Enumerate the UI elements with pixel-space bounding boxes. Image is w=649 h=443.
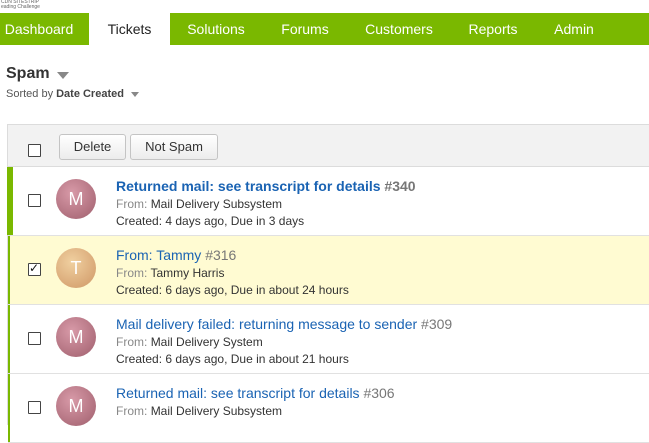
ticket-title-link[interactable]: Returned mail: see transcript for detail… [116, 178, 416, 194]
ticket-number: #309 [421, 316, 453, 332]
from-value: Mail Delivery System [150, 335, 263, 349]
sort-row: Sorted by Date Created [6, 88, 139, 100]
delete-button[interactable]: Delete [59, 134, 126, 160]
view-title-row: Spam [6, 64, 69, 84]
table-row[interactable]: T From: Tammy #316 From: Tammy Harris Cr… [8, 236, 649, 305]
nav-tickets[interactable]: Tickets [89, 13, 170, 45]
logo-text: CDN SITESTRIP eading Challenge [1, 0, 40, 10]
nav-customers[interactable]: Customers [358, 13, 440, 45]
bulk-toolbar: Delete Not Spam [8, 125, 649, 167]
ticket-number: #306 [363, 385, 395, 401]
row-indicator [8, 305, 10, 373]
sort-value[interactable]: Date Created [56, 88, 124, 100]
from-value: Mail Delivery Subsystem [150, 197, 283, 211]
ticket-number: #316 [205, 247, 237, 263]
avatar: M [56, 386, 96, 426]
ticket-created: Created: 4 days ago, Due in 3 days [116, 214, 305, 228]
ticket-subject[interactable]: Mail delivery failed: returning message … [116, 316, 417, 332]
avatar: T [56, 248, 96, 288]
ticket-subject[interactable]: Returned mail: see transcript for detail… [116, 178, 381, 194]
ticket-list: Delete Not Spam M Returned mail: see tra… [7, 124, 649, 443]
ticket-subject[interactable]: From: Tammy [116, 247, 201, 263]
avatar: M [56, 317, 96, 357]
table-row[interactable]: M Mail delivery failed: returning messag… [8, 305, 649, 374]
ticket-created: Created: 6 days ago, Due in about 21 hou… [116, 352, 349, 366]
table-row[interactable]: M Returned mail: see transcript for deta… [8, 374, 649, 443]
page-title: Spam [6, 65, 50, 82]
nav-admin[interactable]: Admin [546, 13, 602, 45]
row-checkbox[interactable] [28, 194, 41, 207]
from-label: From: [116, 404, 148, 418]
sort-prefix: Sorted by [6, 88, 54, 100]
row-checkbox[interactable] [28, 261, 41, 276]
from-value: Tammy Harris [150, 266, 225, 280]
ticket-title-link[interactable]: From: Tammy #316 [116, 247, 236, 263]
not-spam-button[interactable]: Not Spam [130, 134, 218, 160]
ticket-title-link[interactable]: Returned mail: see transcript for detail… [116, 385, 395, 401]
select-all-checkbox[interactable] [28, 144, 41, 157]
main-nav: Dashboard Tickets Solutions Forums Custo… [0, 13, 649, 45]
ticket-created: Created: 6 days ago, Due in about 24 hou… [116, 283, 349, 297]
logo-line-2: eading Challenge [1, 4, 40, 10]
table-row[interactable]: M Returned mail: see transcript for deta… [7, 167, 649, 236]
sort-dropdown-chevron-icon[interactable] [130, 91, 139, 97]
row-indicator [8, 374, 10, 442]
ticket-from: From: Mail Delivery System [116, 335, 263, 349]
ticket-title-link[interactable]: Mail delivery failed: returning message … [116, 316, 452, 332]
nav-forums[interactable]: Forums [270, 13, 340, 45]
row-checkbox[interactable] [28, 401, 41, 414]
from-value: Mail Delivery Subsystem [150, 404, 283, 418]
ticket-from: From: Tammy Harris [116, 266, 224, 280]
row-indicator [8, 236, 10, 304]
ticket-from: From: Mail Delivery Subsystem [116, 197, 282, 211]
from-label: From: [116, 335, 148, 349]
ticket-from: From: Mail Delivery Subsystem [116, 404, 282, 418]
view-dropdown-chevron-icon[interactable] [56, 71, 69, 79]
nav-dashboard[interactable]: Dashboard [0, 13, 78, 45]
row-checkbox[interactable] [28, 332, 41, 345]
from-label: From: [116, 266, 148, 280]
nav-reports[interactable]: Reports [460, 13, 526, 45]
ticket-number: #340 [384, 178, 416, 194]
nav-solutions[interactable]: Solutions [178, 13, 254, 45]
ticket-subject[interactable]: Returned mail: see transcript for detail… [116, 385, 360, 401]
unread-indicator [7, 167, 13, 235]
avatar: M [56, 179, 96, 219]
logo-area: CDN SITESTRIP eading Challenge [0, 0, 649, 13]
from-label: From: [116, 197, 148, 211]
